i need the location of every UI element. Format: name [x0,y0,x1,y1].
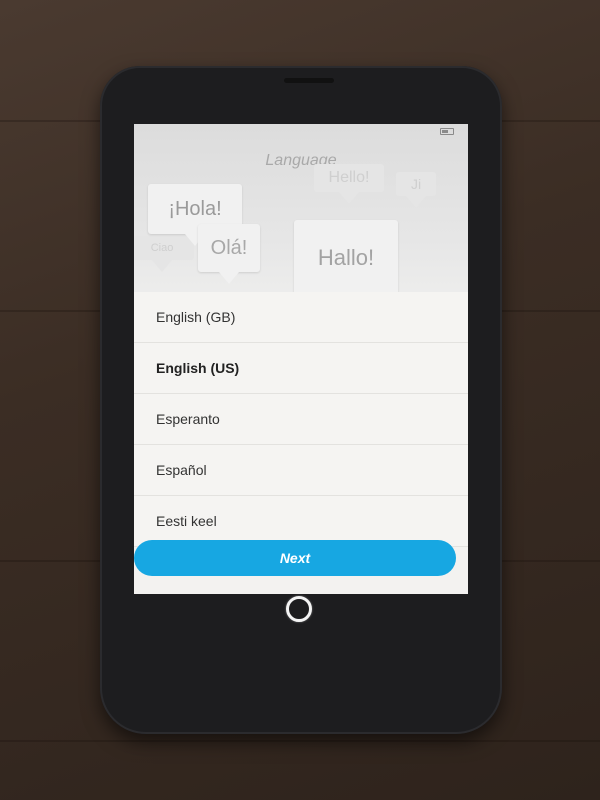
greeting-text: ¡Hola! [168,198,222,220]
page-title: Language [265,152,337,169]
greeting-bubble-hello: Hello! [314,164,384,204]
greeting-text: Hallo! [317,245,375,270]
phone-device: Language Hello! Ji Ciao ¡Hola! Olá! Hall… [100,66,502,734]
table-grain [0,740,600,742]
phone-screen: Language Hello! Ji Ciao ¡Hola! Olá! Hall… [134,124,468,594]
earpiece [284,78,334,83]
language-header: Language Hello! Ji Ciao ¡Hola! Olá! Hall… [134,124,468,314]
battery-icon [440,128,454,135]
greeting-text: Ciao [150,242,174,254]
language-list: English (GB) English (US) Esperanto Espa… [134,292,468,547]
greeting-text: Ji [410,176,422,192]
greeting-bubble-ji: Ji [396,172,436,208]
language-option-espanol[interactable]: Español [134,445,468,496]
language-option-english-us[interactable]: English (US) [134,343,468,394]
greeting-text: Hello! [328,169,370,186]
greeting-bubble-hallo: Hallo! [294,220,398,308]
home-button-icon[interactable] [286,596,312,622]
language-option-esperanto[interactable]: Esperanto [134,394,468,445]
greeting-text: Olá! [210,237,248,259]
language-option-english-gb[interactable]: English (GB) [134,292,468,343]
greeting-bubble-ola: Olá! [198,224,260,284]
next-button[interactable]: Next [134,540,456,576]
